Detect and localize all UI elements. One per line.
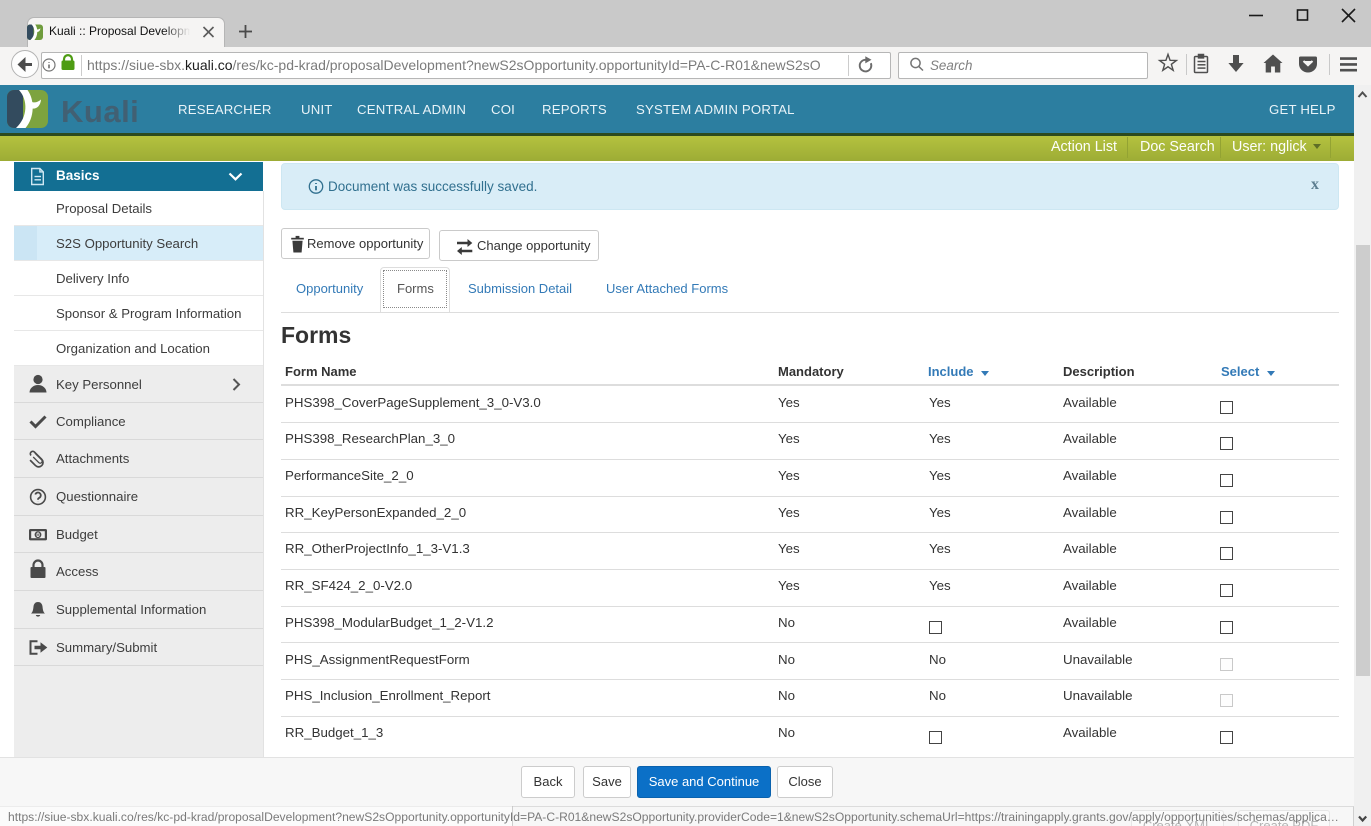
svg-text:0: 0 [36, 532, 40, 539]
